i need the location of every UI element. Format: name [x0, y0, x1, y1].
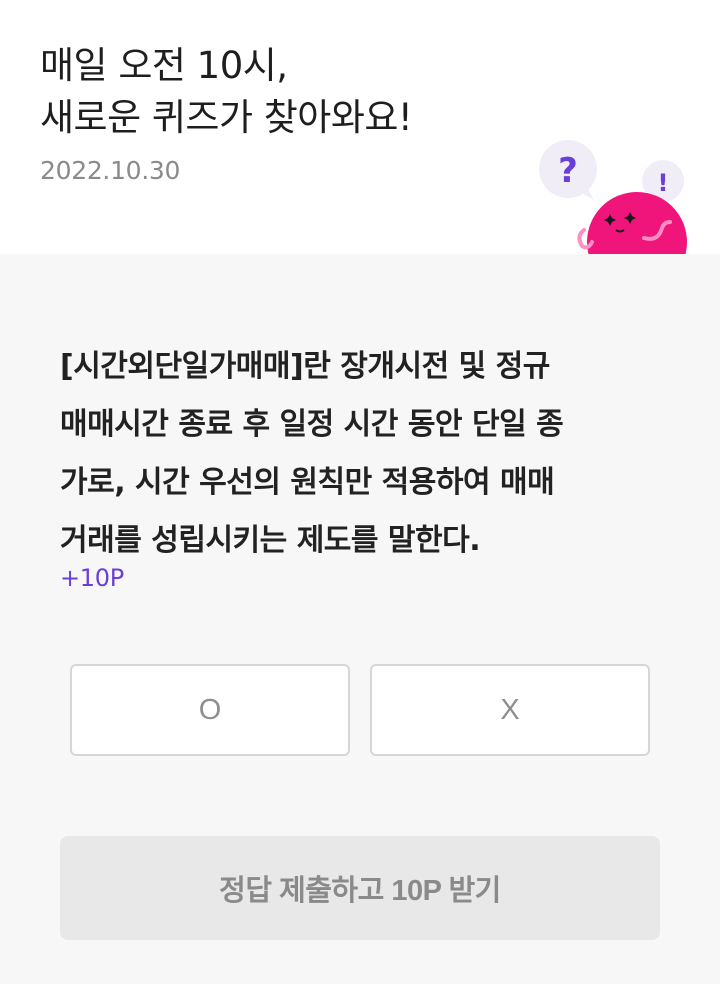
- title-line-1: 매일 오전 10시,: [40, 44, 288, 87]
- points-reward: +10P: [60, 564, 124, 592]
- pink-character-icon: [577, 192, 687, 254]
- answer-x-button[interactable]: X: [370, 664, 650, 756]
- quiz-date: 2022.10.30: [40, 156, 181, 185]
- quiz-header: 매일 오전 10시, 새로운 퀴즈가 찾아와요! 2022.10.30 ? !: [0, 0, 720, 254]
- submit-answer-button[interactable]: 정답 제출하고 10P 받기: [60, 836, 660, 940]
- mascot-illustration: ? !: [539, 140, 687, 254]
- question-line-3: 가로, 시간 우선의 원칙만 적용하여 매매: [60, 465, 555, 500]
- title-line-2: 새로운 퀴즈가 찾아와요!: [40, 96, 413, 139]
- page-title: 매일 오전 10시, 새로운 퀴즈가 찾아와요!: [40, 40, 413, 144]
- question-mark: ?: [558, 151, 578, 191]
- question-bubble-icon: ?: [539, 140, 597, 200]
- question-line-1: [시간외단일가매매]란 장개시전 및 정규: [60, 349, 550, 384]
- quiz-body: [시간외단일가매매]란 장개시전 및 정규 매매시간 종료 후 일정 시간 동안…: [0, 254, 720, 984]
- question-line-2: 매매시간 종료 후 일정 시간 동안 단일 종: [60, 407, 564, 442]
- exclamation-mark: !: [658, 169, 669, 197]
- answer-o-button[interactable]: O: [70, 664, 350, 756]
- quiz-question: [시간외단일가매매]란 장개시전 및 정규 매매시간 종료 후 일정 시간 동안…: [60, 338, 660, 570]
- question-line-4: 거래를 성립시키는 제도를 말한다.: [60, 523, 481, 558]
